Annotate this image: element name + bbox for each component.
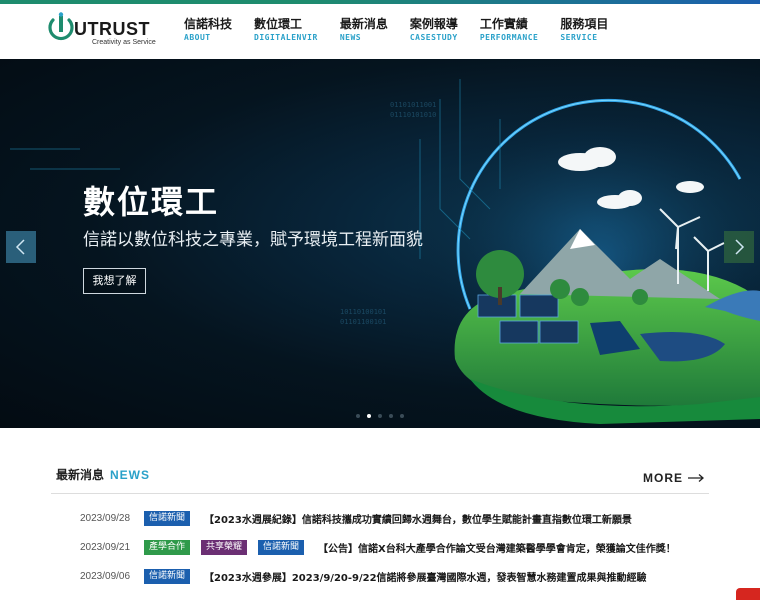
nav-item-label: 最新消息 bbox=[339, 17, 388, 31]
news-heading-en: NEWS bbox=[110, 468, 151, 482]
nav-item-sublabel: PERFORMANCE bbox=[479, 33, 539, 42]
nav-item-label: 案例報導 bbox=[409, 17, 458, 31]
svg-text:01101100101: 01101100101 bbox=[340, 318, 386, 326]
hero-carousel: 01101011001 01110101010 10110100101 011011… bbox=[0, 59, 760, 428]
hero-title: 數位環工 bbox=[83, 183, 220, 221]
nav-item-label: 服務項目 bbox=[560, 17, 609, 31]
logo[interactable]: UTRUST Creativity as Service bbox=[46, 12, 156, 52]
news-date: 2023/09/21 bbox=[80, 541, 131, 553]
nav-item-label: 信諾科技 bbox=[184, 17, 233, 31]
nav-item-sublabel: NEWS bbox=[339, 33, 362, 42]
category-tag[interactable]: 信諾新聞 bbox=[258, 539, 305, 555]
carousel-dot-active[interactable] bbox=[367, 414, 371, 418]
news-heading: 最新消息 NEWS bbox=[56, 466, 150, 483]
news-item[interactable]: 2023/09/21 產學合作 共享榮耀 信諾新聞 【公告】信諾X台科大產學合作… bbox=[80, 539, 676, 555]
site-header: UTRUST Creativity as Service 信諾科技 ABOUT … bbox=[0, 4, 760, 59]
news-title[interactable]: 【公告】信諾X台科大產學合作論文受台灣建築醫學學會肯定，榮獲論文佳作獎！ bbox=[318, 540, 676, 555]
chevron-right-icon bbox=[735, 239, 745, 255]
carousel-dot[interactable] bbox=[400, 414, 404, 418]
main-nav: 信諾科技 ABOUT 數位環工 DIGITALENVIR 最新消息 NEWS 案… bbox=[184, 17, 630, 44]
carousel-prev-button[interactable] bbox=[6, 231, 36, 263]
category-tag[interactable]: 信諾新聞 bbox=[144, 568, 191, 584]
carousel-dot[interactable] bbox=[356, 414, 360, 418]
nav-item-sublabel: SERVICE bbox=[560, 33, 598, 42]
logo-wordmark: UTRUST bbox=[74, 19, 150, 39]
news-item[interactable]: 2023/09/06 信諾新聞 【2023水週參展】2023/9/20-9/22… bbox=[80, 568, 647, 584]
nav-item-casestudy[interactable]: 案例報導 CASESTUDY bbox=[410, 17, 458, 44]
arrow-right-icon bbox=[688, 474, 704, 482]
category-tag[interactable]: 信諾新聞 bbox=[144, 510, 191, 526]
news-title[interactable]: 【2023水週參展】2023/9/20-9/22信諾將參展臺灣國際水週，發表智慧… bbox=[204, 569, 647, 584]
svg-text:01110101010: 01110101010 bbox=[390, 111, 436, 119]
news-date: 2023/09/06 bbox=[80, 570, 131, 582]
carousel-dot[interactable] bbox=[378, 414, 382, 418]
news-divider bbox=[51, 493, 709, 494]
nav-item-label: 工作實績 bbox=[479, 17, 528, 31]
nav-item-news[interactable]: 最新消息 NEWS bbox=[340, 17, 388, 44]
nav-item-digitalenvir[interactable]: 數位環工 DIGITALENVIR bbox=[254, 17, 318, 44]
news-title[interactable]: 【2023水週展紀錄】信諾科技攜成功實績回歸水週舞台，數位學生賦能計畫直指數位環… bbox=[204, 511, 632, 526]
carousel-next-button[interactable] bbox=[724, 231, 754, 263]
hero-subtitle: 信諾以數位科技之專業，賦予環境工程新面貌 bbox=[83, 230, 423, 250]
category-tag[interactable]: 共享榮耀 bbox=[201, 539, 248, 555]
news-date: 2023/09/28 bbox=[80, 512, 131, 524]
news-heading-zh: 最新消息 bbox=[56, 468, 105, 482]
carousel-dots bbox=[356, 414, 411, 418]
nav-item-about[interactable]: 信諾科技 ABOUT bbox=[184, 17, 232, 44]
nav-item-sublabel: DIGITALENVIR bbox=[254, 33, 318, 42]
logo-mark-icon bbox=[48, 12, 74, 41]
learn-more-button[interactable]: 我想了解 bbox=[83, 268, 146, 294]
news-item[interactable]: 2023/09/28 信諾新聞 【2023水週展紀錄】信諾科技攜成功實績回歸水週… bbox=[80, 510, 632, 526]
nav-item-label: 數位環工 bbox=[254, 17, 303, 31]
more-label: MORE bbox=[643, 471, 683, 485]
nav-item-sublabel: ABOUT bbox=[184, 33, 211, 42]
floating-action-button[interactable] bbox=[736, 588, 760, 600]
nav-item-service[interactable]: 服務項目 SERVICE bbox=[560, 17, 608, 44]
category-tag[interactable]: 產學合作 bbox=[144, 539, 191, 555]
chevron-left-icon bbox=[15, 239, 25, 255]
carousel-dot[interactable] bbox=[389, 414, 393, 418]
logo-tagline: Creativity as Service bbox=[92, 39, 156, 46]
more-news-link[interactable]: MORE bbox=[643, 471, 704, 485]
svg-text:10110100101: 10110100101 bbox=[340, 308, 386, 316]
nav-item-performance[interactable]: 工作實績 PERFORMANCE bbox=[480, 17, 538, 44]
nav-item-sublabel: CASESTUDY bbox=[409, 33, 458, 42]
svg-text:01101011001: 01101011001 bbox=[390, 101, 436, 109]
